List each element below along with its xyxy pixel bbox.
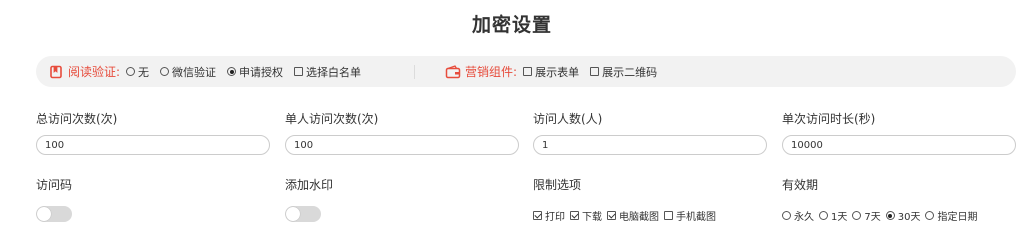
watermark-toggle[interactable]: [285, 206, 321, 222]
option-label: 展示表单: [535, 65, 580, 79]
visitors-input[interactable]: [533, 135, 767, 155]
divider: [414, 64, 416, 79]
radio-selected-icon: [885, 211, 895, 220]
read-verify-label: 阅读验证:: [68, 65, 121, 79]
toggle-knob: [286, 207, 300, 221]
checkbox-checked-icon: [570, 211, 579, 220]
restrictions-options: 打印 下载 电脑截图 手机截图: [533, 208, 721, 223]
radio-selected-icon: [227, 67, 237, 76]
radio-icon: [925, 211, 935, 220]
access-code-label: 访问码: [36, 178, 73, 192]
option-label: 申请授权: [239, 65, 284, 79]
page-title: 加密设置: [471, 14, 552, 36]
toggle-knob: [37, 207, 51, 221]
checkbox-checked-icon: [607, 211, 616, 220]
option-label: 下载: [582, 212, 602, 223]
access-code-toggle[interactable]: [36, 206, 72, 222]
option-label: 选择白名单: [306, 65, 362, 79]
settings-bar: 阅读验证: 无 微信验证 申请授权 选择白名单 营销组件: 展示表单 展示二维码: [36, 56, 1016, 87]
read-verify-group: 阅读验证: 无 微信验证 申请授权 选择白名单: [48, 63, 372, 80]
total-visits-label: 总访问次数(次): [36, 112, 118, 126]
visitors-label: 访问人数(人): [533, 112, 603, 126]
option-label: 打印: [545, 212, 565, 223]
read-verify-option-wechat[interactable]: 微信验证: [160, 64, 216, 80]
radio-icon: [852, 211, 862, 220]
restriction-mobile-screenshot[interactable]: 手机截图: [664, 208, 716, 223]
validity-options: 永久 1天 7天 30天 指定日期: [782, 208, 982, 223]
single-visits-input[interactable]: [285, 135, 519, 155]
single-visits-label: 单人访问次数(次): [285, 112, 379, 126]
bookmark-icon: [48, 64, 64, 80]
marketing-group: 营销组件: 展示表单 展示二维码: [445, 63, 668, 80]
marketing-option-form[interactable]: 展示表单: [523, 64, 579, 80]
option-label: 永久: [794, 212, 814, 223]
wallet-icon: [445, 64, 461, 80]
read-verify-option-whitelist[interactable]: 选择白名单: [294, 64, 361, 80]
validity-30days[interactable]: 30天: [885, 208, 921, 223]
option-label: 微信验证: [172, 65, 217, 79]
duration-input[interactable]: [782, 135, 1016, 155]
option-label: 手机截图: [676, 212, 716, 223]
radio-icon: [782, 211, 791, 220]
checkbox-icon: [664, 211, 673, 220]
option-label: 30天: [897, 212, 921, 223]
checkbox-icon: [590, 67, 600, 76]
checkbox-icon: [523, 67, 533, 76]
option-label: 电脑截图: [619, 212, 659, 223]
total-visits-input[interactable]: [36, 135, 270, 155]
restriction-pc-screenshot[interactable]: 电脑截图: [607, 208, 659, 223]
read-verify-option-none[interactable]: 无: [126, 64, 149, 80]
read-verify-option-apply[interactable]: 申请授权: [227, 64, 283, 80]
checkbox-checked-icon: [533, 211, 542, 220]
radio-icon: [819, 211, 828, 220]
radio-icon: [160, 67, 170, 76]
marketing-option-qrcode[interactable]: 展示二维码: [590, 64, 657, 80]
restriction-print[interactable]: 打印: [533, 208, 565, 223]
validity-custom-date[interactable]: 指定日期: [925, 208, 977, 223]
restriction-download[interactable]: 下载: [570, 208, 602, 223]
duration-label: 单次访问时长(秒): [782, 112, 876, 126]
option-label: 7天: [864, 212, 881, 223]
restrictions-label: 限制选项: [533, 178, 582, 192]
validity-7days[interactable]: 7天: [852, 208, 881, 223]
option-label: 1天: [831, 212, 848, 223]
radio-icon: [126, 67, 136, 76]
marketing-label: 营销组件:: [465, 65, 518, 79]
option-label: 无: [138, 65, 150, 79]
checkbox-icon: [294, 67, 304, 76]
option-label: 指定日期: [937, 212, 978, 223]
option-label: 展示二维码: [602, 65, 658, 79]
validity-label: 有效期: [782, 178, 819, 192]
validity-forever[interactable]: 永久: [782, 208, 814, 223]
validity-1day[interactable]: 1天: [819, 208, 847, 223]
watermark-label: 添加水印: [285, 178, 334, 192]
